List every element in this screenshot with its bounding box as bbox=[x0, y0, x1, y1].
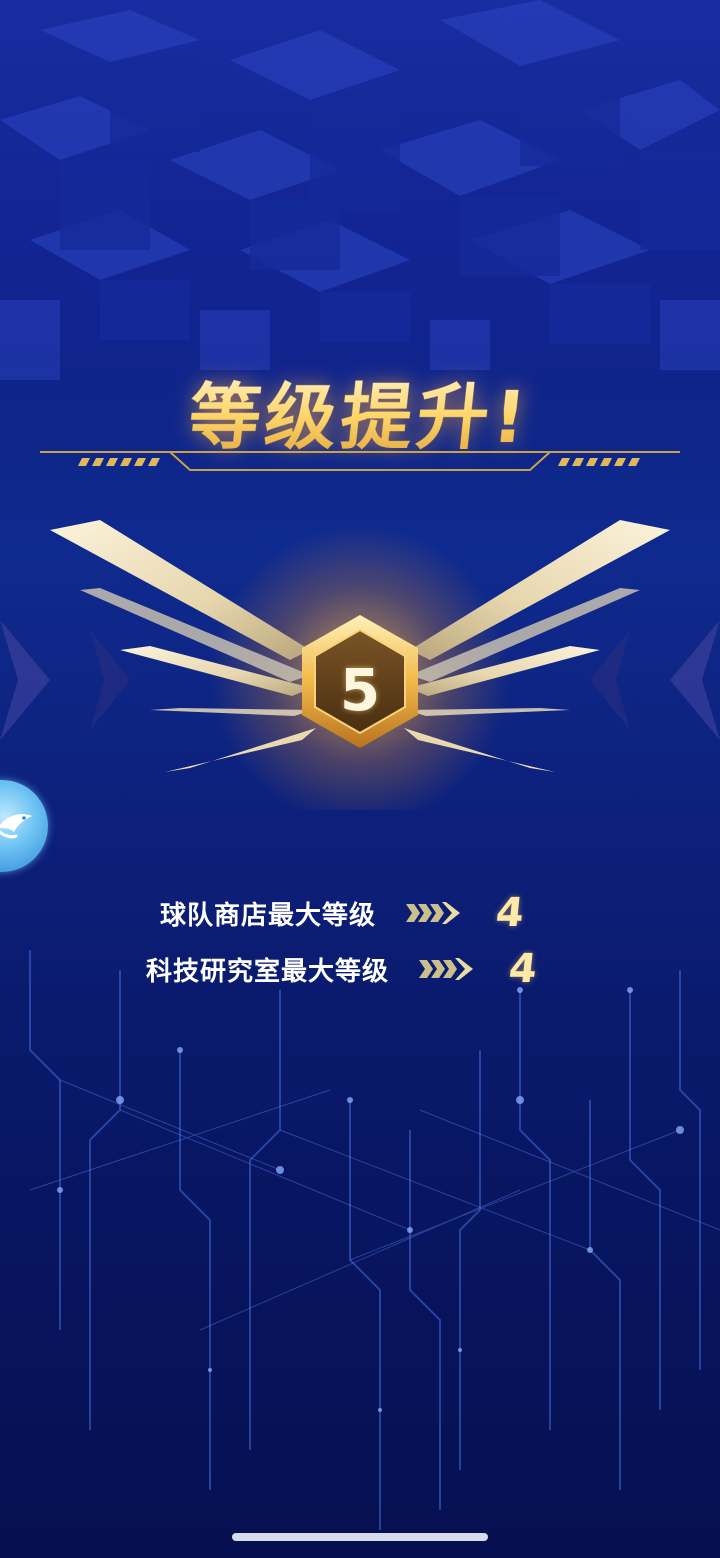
circuit-lines-background bbox=[29, 950, 720, 1530]
triple-chevron-arrow-icon bbox=[406, 902, 461, 924]
title-underline-decoration bbox=[40, 451, 680, 471]
home-indicator-bar[interactable] bbox=[232, 1533, 488, 1541]
level-number: 5 bbox=[339, 656, 381, 724]
level-up-screen: 等级提升! 5 球队商店最大等级 4 科技研究室最大等级 4 bbox=[0, 0, 720, 1558]
fish-logo-icon bbox=[0, 814, 32, 839]
reward-label: 球队商店最大等级 bbox=[160, 900, 377, 931]
